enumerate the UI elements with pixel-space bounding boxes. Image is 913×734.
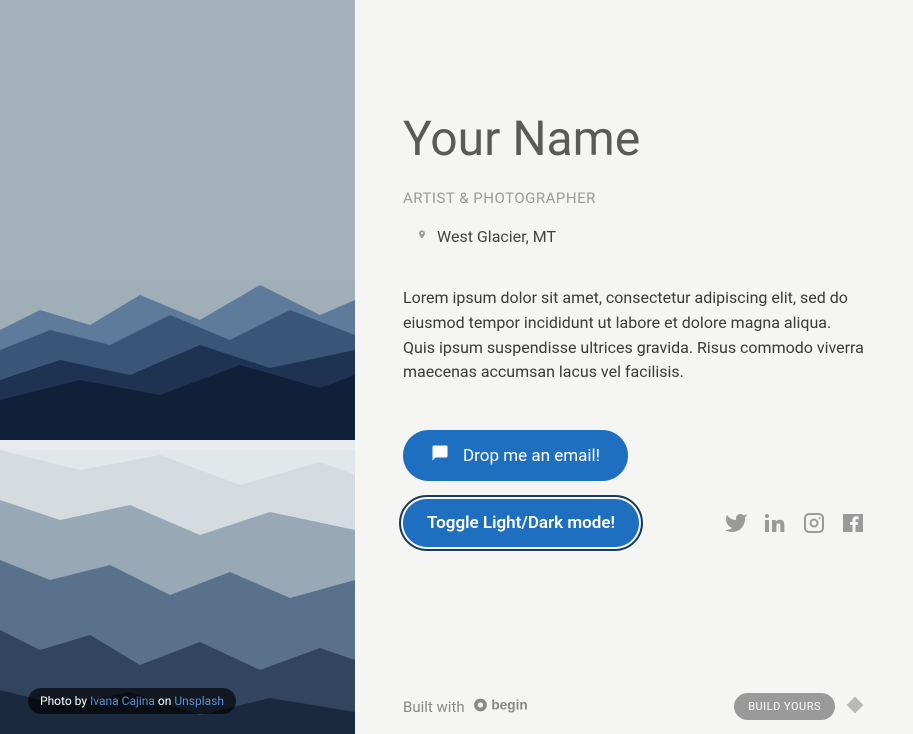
built-with: Built with begin	[403, 695, 537, 719]
location-pin-icon	[417, 228, 427, 245]
social-links	[724, 511, 865, 535]
hero-image-panel: Photo by Ivana Cajina on Unsplash	[0, 0, 355, 734]
photo-credit: Photo by Ivana Cajina on Unsplash	[28, 688, 236, 714]
linkedin-icon[interactable]	[763, 511, 787, 535]
profile-name: Your Name	[403, 110, 865, 167]
toggle-button-label: Toggle Light/Dark mode!	[427, 513, 615, 533]
email-button-label: Drop me an email!	[463, 446, 600, 466]
credit-middle: on	[155, 694, 174, 708]
chat-icon	[431, 444, 449, 467]
facebook-icon[interactable]	[841, 511, 865, 535]
credit-author-link[interactable]: Ivana Cajina	[90, 694, 155, 708]
twitter-icon[interactable]	[724, 511, 748, 535]
built-with-label: Built with	[403, 698, 465, 716]
profile-subtitle: ARTIST & PHOTOGRAPHER	[403, 189, 865, 207]
profile-bio: Lorem ipsum dolor sit amet, consectetur …	[403, 286, 865, 385]
toggle-theme-button[interactable]: Toggle Light/Dark mode!	[403, 499, 639, 547]
credit-source-link[interactable]: Unsplash	[174, 694, 224, 708]
email-button[interactable]: Drop me an email!	[403, 430, 628, 481]
content-panel: Your Name ARTIST & PHOTOGRAPHER West Gla…	[355, 0, 913, 734]
mountain-scene	[0, 0, 355, 734]
begin-logo-icon: begin	[473, 695, 537, 719]
build-yours-button[interactable]: BUILD YOURS	[734, 693, 835, 720]
location-text: West Glacier, MT	[437, 227, 556, 246]
instagram-icon[interactable]	[802, 511, 826, 535]
profile-location: West Glacier, MT	[403, 227, 865, 246]
glitch-icon[interactable]	[845, 695, 865, 719]
credit-prefix: Photo by	[40, 694, 90, 708]
footer: Built with begin BUILD YOURS	[403, 693, 865, 734]
svg-text:begin: begin	[491, 697, 527, 712]
